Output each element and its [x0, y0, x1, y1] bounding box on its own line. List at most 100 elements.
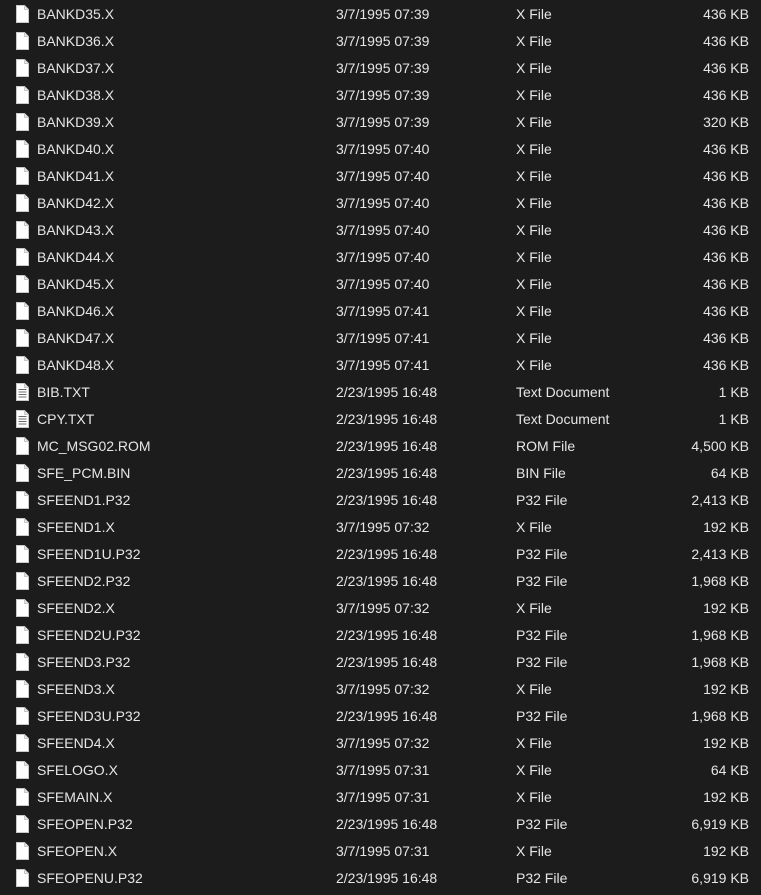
file-type: Text Document: [516, 411, 610, 427]
file-date-modified: 2/23/1995 16:48: [336, 573, 438, 589]
file-name: BANKD38.X: [37, 87, 115, 103]
file-date-modified: 2/23/1995 16:48: [336, 708, 438, 724]
text-file-icon: [14, 383, 30, 401]
file-type: X File: [516, 168, 552, 184]
file-name: BANKD43.X: [37, 222, 115, 238]
file-name: BANKD48.X: [37, 357, 115, 373]
file-row[interactable]: SFEEND4.X 3/7/1995 07:32 X File 192 KB: [0, 730, 761, 757]
file-date-modified: 3/7/1995 07:39: [336, 87, 430, 103]
file-type: P32 File: [516, 546, 568, 562]
file-size: 436 KB: [703, 6, 749, 22]
file-type: X File: [516, 141, 552, 157]
file-type: X File: [516, 789, 552, 805]
file-row[interactable]: SFEEND1.X 3/7/1995 07:32 X File 192 KB: [0, 514, 761, 541]
file-icon: [14, 113, 30, 131]
file-name: MC_MSG02.ROM: [37, 438, 151, 454]
file-size: 1,968 KB: [691, 573, 749, 589]
file-row[interactable]: MC_MSG02.ROM 2/23/1995 16:48 ROM File 4,…: [0, 433, 761, 460]
file-row[interactable]: CPY.TXT 2/23/1995 16:48 Text Document 1 …: [0, 406, 761, 433]
file-row[interactable]: SFEEND3.P32 2/23/1995 16:48 P32 File 1,9…: [0, 649, 761, 676]
file-row[interactable]: BANKD38.X 3/7/1995 07:39 X File 436 KB: [0, 82, 761, 109]
file-icon: [14, 5, 30, 23]
file-icon: [14, 329, 30, 347]
file-size: 1,968 KB: [691, 654, 749, 670]
file-date-modified: 3/7/1995 07:40: [336, 195, 430, 211]
file-name: SFEEND2U.P32: [37, 627, 141, 643]
file-type: X File: [516, 303, 552, 319]
file-row[interactable]: SFEEND3U.P32 2/23/1995 16:48 P32 File 1,…: [0, 703, 761, 730]
text-file-icon: [14, 410, 30, 428]
file-icon: [14, 707, 30, 725]
file-date-modified: 3/7/1995 07:39: [336, 60, 430, 76]
file-row[interactable]: BANKD46.X 3/7/1995 07:41 X File 436 KB: [0, 298, 761, 325]
file-icon: [14, 788, 30, 806]
file-row[interactable]: BIB.TXT 2/23/1995 16:48 Text Document 1 …: [0, 379, 761, 406]
file-icon: [14, 680, 30, 698]
file-name: SFEEND4.X: [37, 735, 115, 751]
file-date-modified: 2/23/1995 16:48: [336, 816, 438, 832]
file-row[interactable]: SFEOPEN.P32 2/23/1995 16:48 P32 File 6,9…: [0, 811, 761, 838]
file-row[interactable]: SFEMAIN.X 3/7/1995 07:31 X File 192 KB: [0, 784, 761, 811]
file-date-modified: 3/7/1995 07:32: [336, 600, 430, 616]
file-row[interactable]: SFEOPENU.P32 2/23/1995 16:48 P32 File 6,…: [0, 865, 761, 892]
file-row[interactable]: SFEEND3.X 3/7/1995 07:32 X File 192 KB: [0, 676, 761, 703]
file-row[interactable]: SFEEND2U.P32 2/23/1995 16:48 P32 File 1,…: [0, 622, 761, 649]
file-date-modified: 3/7/1995 07:40: [336, 222, 430, 238]
file-row[interactable]: SFEEND2.X 3/7/1995 07:32 X File 192 KB: [0, 595, 761, 622]
file-icon: [14, 194, 30, 212]
file-row[interactable]: BANKD43.X 3/7/1995 07:40 X File 436 KB: [0, 217, 761, 244]
file-icon: [14, 545, 30, 563]
file-row[interactable]: BANKD36.X 3/7/1995 07:39 X File 436 KB: [0, 28, 761, 55]
file-row[interactable]: BANKD44.X 3/7/1995 07:40 X File 436 KB: [0, 244, 761, 271]
file-name: SFELOGO.X: [37, 762, 118, 778]
file-size: 1,968 KB: [691, 708, 749, 724]
file-row[interactable]: SFELOGO.X 3/7/1995 07:31 X File 64 KB: [0, 757, 761, 784]
file-row[interactable]: SFEOPEN.X 3/7/1995 07:31 X File 192 KB: [0, 838, 761, 865]
file-row[interactable]: BANKD37.X 3/7/1995 07:39 X File 436 KB: [0, 55, 761, 82]
file-date-modified: 3/7/1995 07:31: [336, 762, 430, 778]
file-type: P32 File: [516, 654, 568, 670]
file-size: 192 KB: [703, 519, 749, 535]
file-icon: [14, 815, 30, 833]
file-row[interactable]: SFEEND2.P32 2/23/1995 16:48 P32 File 1,9…: [0, 568, 761, 595]
file-icon: [14, 599, 30, 617]
file-row[interactable]: BANKD45.X 3/7/1995 07:40 X File 436 KB: [0, 271, 761, 298]
file-size: 436 KB: [703, 87, 749, 103]
file-name: BANKD47.X: [37, 330, 115, 346]
file-row[interactable]: BANKD42.X 3/7/1995 07:40 X File 436 KB: [0, 190, 761, 217]
file-name: BANKD41.X: [37, 168, 115, 184]
file-row[interactable]: BANKD40.X 3/7/1995 07:40 X File 436 KB: [0, 136, 761, 163]
file-type: X File: [516, 330, 552, 346]
file-row[interactable]: BANKD39.X 3/7/1995 07:39 X File 320 KB: [0, 109, 761, 136]
file-size: 436 KB: [703, 195, 749, 211]
file-row[interactable]: BANKD35.X 3/7/1995 07:39 X File 436 KB: [0, 1, 761, 28]
file-row[interactable]: SFEEND1U.P32 2/23/1995 16:48 P32 File 2,…: [0, 541, 761, 568]
file-type: BIN File: [516, 465, 566, 481]
file-row[interactable]: BANKD47.X 3/7/1995 07:41 X File 436 KB: [0, 325, 761, 352]
file-icon: [14, 140, 30, 158]
file-date-modified: 2/23/1995 16:48: [336, 870, 438, 886]
file-date-modified: 2/23/1995 16:48: [336, 465, 438, 481]
file-type: X File: [516, 249, 552, 265]
file-icon: [14, 437, 30, 455]
file-size: 1,968 KB: [691, 627, 749, 643]
file-type: X File: [516, 762, 552, 778]
file-name: SFEEND3.X: [37, 681, 115, 697]
file-size: 436 KB: [703, 276, 749, 292]
file-date-modified: 3/7/1995 07:41: [336, 303, 430, 319]
file-type: P32 File: [516, 627, 568, 643]
file-row[interactable]: SFE_PCM.BIN 2/23/1995 16:48 BIN File 64 …: [0, 460, 761, 487]
file-name: BANKD37.X: [37, 60, 115, 76]
file-row[interactable]: BANKD48.X 3/7/1995 07:41 X File 436 KB: [0, 352, 761, 379]
file-icon: [14, 572, 30, 590]
file-row[interactable]: SFEEND1.P32 2/23/1995 16:48 P32 File 2,4…: [0, 487, 761, 514]
file-icon: [14, 869, 30, 887]
file-row[interactable]: BANKD41.X 3/7/1995 07:40 X File 436 KB: [0, 163, 761, 190]
file-date-modified: 3/7/1995 07:40: [336, 276, 430, 292]
file-type: X File: [516, 33, 552, 49]
file-date-modified: 3/7/1995 07:31: [336, 843, 430, 859]
file-size: 64 KB: [710, 762, 749, 778]
file-name: BANKD46.X: [37, 303, 115, 319]
file-date-modified: 3/7/1995 07:40: [336, 249, 430, 265]
file-size: 436 KB: [703, 249, 749, 265]
